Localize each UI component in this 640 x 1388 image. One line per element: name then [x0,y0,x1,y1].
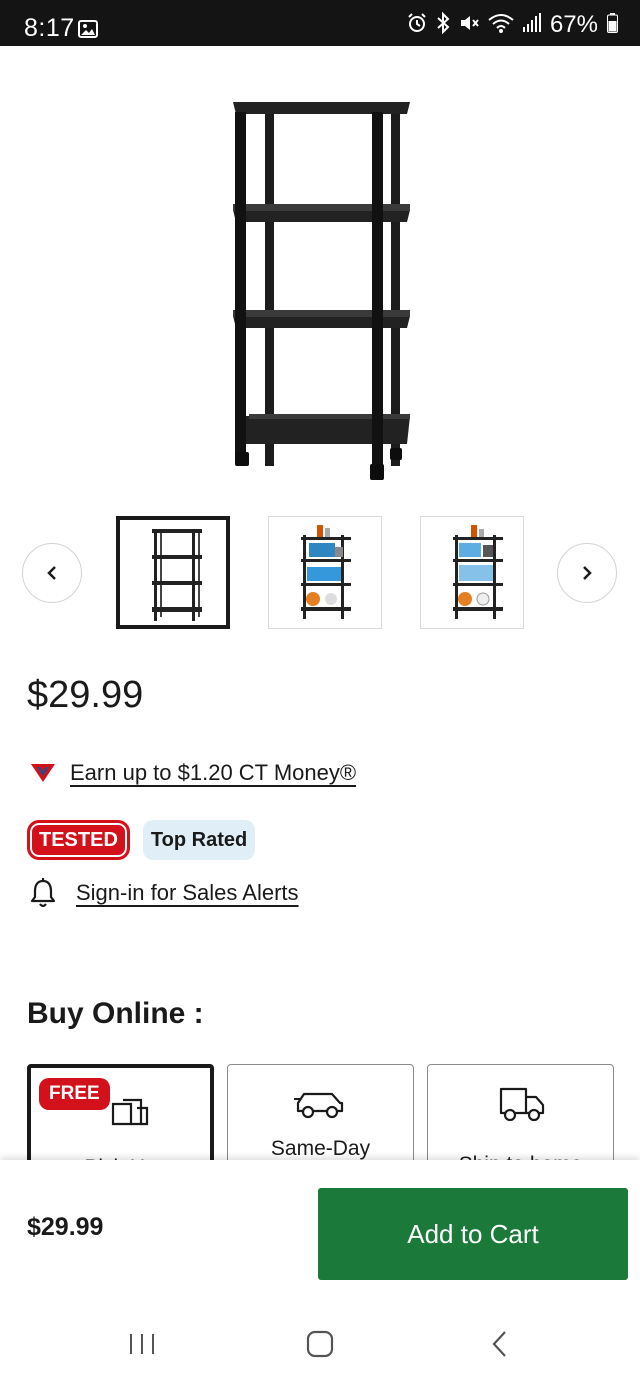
back-button[interactable] [488,1330,512,1363]
thumbnail-3[interactable] [420,516,524,629]
top-rated-badge: Top Rated [142,820,256,860]
product-image[interactable] [0,46,640,506]
chevron-right-icon [583,566,592,580]
home-button[interactable] [306,1330,334,1363]
next-image-button[interactable] [557,543,617,603]
android-nav-bar [0,1310,640,1388]
triangle-logo-icon [31,764,55,782]
same-day-label: Same-Day [270,1137,371,1160]
signal-icon [522,12,541,38]
sticky-cart-bar: $29.99 Add to Cart [0,1160,640,1388]
status-time: 8:17 [24,14,75,42]
shelf-with-items-thumbnail-image [301,525,351,619]
tested-badge: TESTED [27,820,130,860]
ct-money-link[interactable]: Earn up to $1.20 CT Money® [70,760,356,786]
thumbnail-1[interactable] [116,516,230,629]
product-badges: TESTED Top Rated [27,820,256,860]
sales-alerts-link[interactable]: Sign-in for Sales Alerts [76,880,299,906]
chevron-left-icon [47,566,56,580]
fulfillment-options: FREE Pick Up Same-Day Ship to home [27,1064,617,1174]
pickup-option[interactable]: FREE Pick Up [27,1064,214,1174]
recent-apps-icon [130,1334,154,1354]
status-bar: 8:17 67% [0,0,640,46]
free-badge: FREE [39,1078,110,1110]
add-to-cart-button[interactable]: Add to Cart [318,1188,628,1280]
mute-icon [459,13,479,38]
home-icon [306,1330,334,1358]
sales-alerts-row: Sign-in for Sales Alerts [30,878,299,908]
bell-icon [30,878,56,908]
same-day-option[interactable]: Same-Day [227,1064,414,1174]
alarm-icon [407,12,427,38]
product-price: $29.99 [27,674,144,716]
battery-percent: 67% [549,11,598,38]
sticky-price: $29.99 [27,1213,104,1241]
battery-icon [607,12,618,38]
buy-online-title: Buy Online : [27,997,204,1030]
back-icon [492,1331,506,1357]
gallery-icon [78,20,98,43]
bluetooth-icon [436,11,450,39]
shelf-unit-image [233,102,410,480]
wifi-icon [488,12,514,39]
ct-money-row: Earn up to $1.20 CT Money® [30,760,356,786]
truck-icon [499,1087,545,1122]
image-thumbnails [0,516,640,630]
ship-to-home-option[interactable]: Ship to home [427,1064,614,1174]
previous-image-button[interactable] [22,543,82,603]
shelf-thumbnail-image [152,529,202,621]
shelf-with-items-alt-thumbnail-image [453,525,503,619]
pickup-icon [111,1098,149,1126]
recent-apps-button[interactable] [128,1330,156,1363]
thumbnail-2[interactable] [268,516,382,629]
car-icon [294,1092,344,1119]
